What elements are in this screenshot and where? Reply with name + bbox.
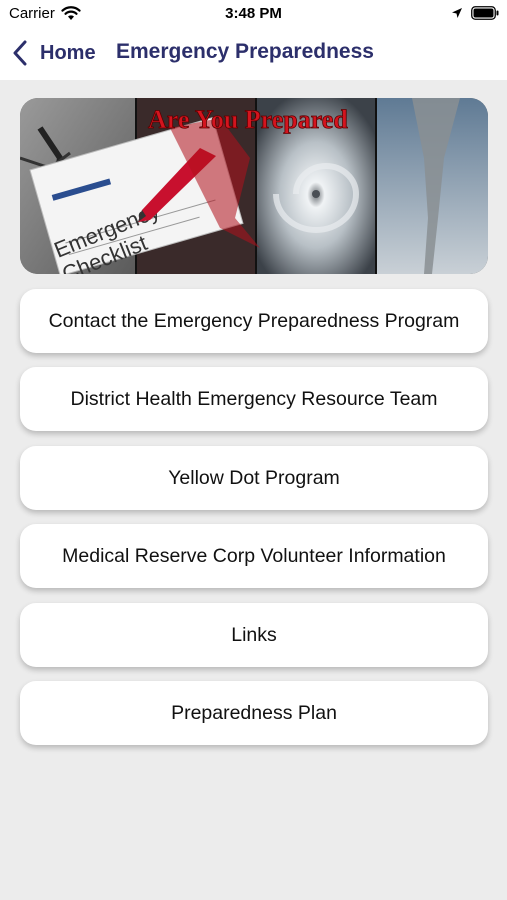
location-arrow-icon (452, 8, 462, 18)
banner-image: Emergency Checklist Are You Prepared (20, 98, 488, 274)
links-button[interactable]: Links (20, 603, 488, 667)
clock: 3:48 PM (225, 5, 282, 22)
back-button[interactable]: Home (12, 38, 96, 68)
medical-reserve-corp-volunteer-information-button[interactable]: Medical Reserve Corp Volunteer Informati… (20, 524, 488, 588)
status-bar: Carrier 3:48 PM (0, 0, 507, 28)
yellow-dot-program-button[interactable]: Yellow Dot Program (20, 446, 488, 510)
battery-icon (471, 6, 499, 20)
banner-headline: Are You Prepared (148, 105, 348, 134)
navigation-bar: Home Emergency Preparedness (0, 28, 507, 80)
page-title: Emergency Preparedness (116, 40, 374, 63)
preparedness-plan-button[interactable]: Preparedness Plan (20, 681, 488, 745)
district-health-emergency-resource-team-button[interactable]: District Health Emergency Resource Team (20, 367, 488, 431)
contact-emergency-preparedness-program-button[interactable]: Contact the Emergency Preparedness Progr… (20, 289, 488, 353)
chevron-left-icon (13, 40, 27, 66)
banner-collage: Emergency Checklist Are You Prepared (20, 98, 488, 274)
back-button-label: Home (40, 41, 96, 64)
